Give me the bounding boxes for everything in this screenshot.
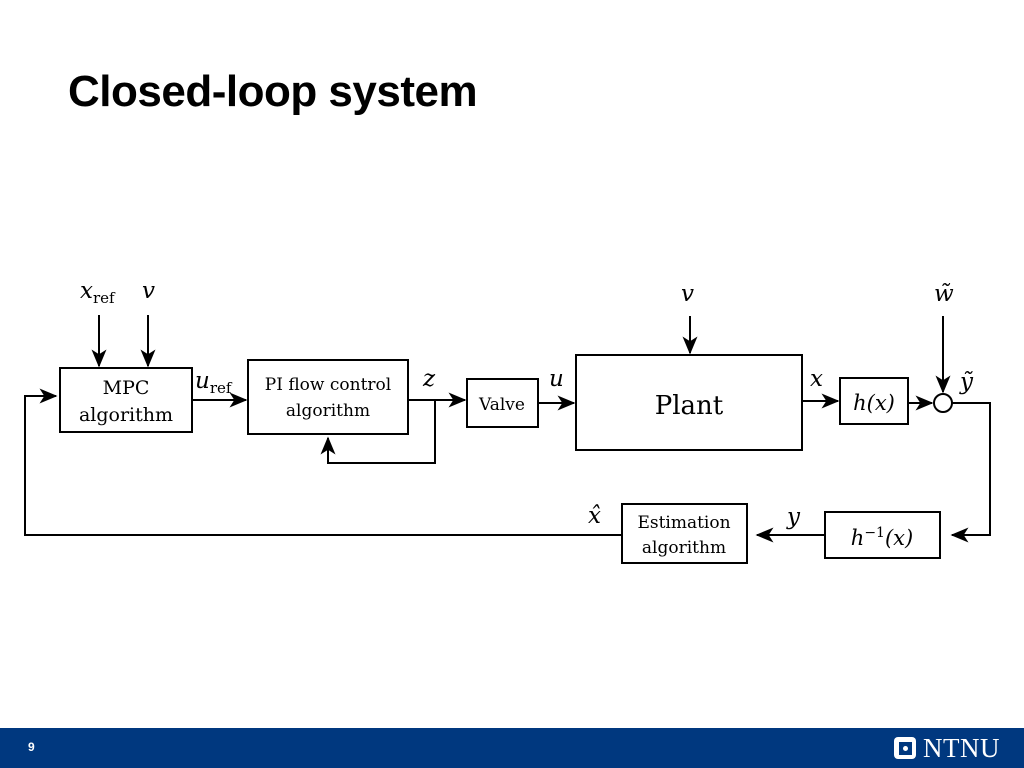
signal-label-x: x <box>810 366 823 392</box>
signal-label-v-plant: v <box>681 281 694 307</box>
ntnu-mark-inner <box>898 741 912 755</box>
signal-label-x-ref: xref <box>80 278 116 307</box>
block-label-plant: Plant <box>655 391 724 421</box>
ntnu-square-mark <box>894 737 916 759</box>
ntnu-wordmark: NTNU <box>923 732 1000 763</box>
signal-label-u: u <box>549 366 564 392</box>
signal-label-x-hat: x̂ <box>588 503 601 529</box>
closed-loop-block-diagram: MPC algorithm PI flow control algorithm … <box>24 278 991 564</box>
ntnu-logo: NTNU <box>894 733 1000 763</box>
footer-bar <box>0 728 1024 768</box>
block-label-mpc-line2: algorithm <box>79 404 173 426</box>
signal-label-z: z <box>422 366 436 392</box>
block-label-mpc-line1: MPC <box>103 377 150 399</box>
summing-junction[interactable] <box>933 393 953 413</box>
feedback-ytilde-to-hinv <box>950 402 991 543</box>
page-number: 9 <box>28 740 35 754</box>
block-label-pi-line1: PI flow control <box>265 375 391 395</box>
signal-label-y-tilde: ỹ <box>959 369 974 395</box>
signal-label-u-ref: uref <box>195 368 233 397</box>
block-label-estimation-line1: Estimation <box>637 513 730 533</box>
block-label-hx: h(x) <box>853 391 895 415</box>
signal-label-y: y <box>786 504 801 530</box>
block-label-estimation-line2: algorithm <box>642 538 726 558</box>
block-label-valve: Valve <box>478 395 525 415</box>
ntnu-mark-dot <box>902 745 908 751</box>
block-label-pi-line2: algorithm <box>286 401 370 421</box>
signal-label-v-mpc: v <box>142 278 155 304</box>
signal-label-w-tilde: w̃ <box>934 281 954 307</box>
block-pi[interactable] <box>247 359 409 435</box>
